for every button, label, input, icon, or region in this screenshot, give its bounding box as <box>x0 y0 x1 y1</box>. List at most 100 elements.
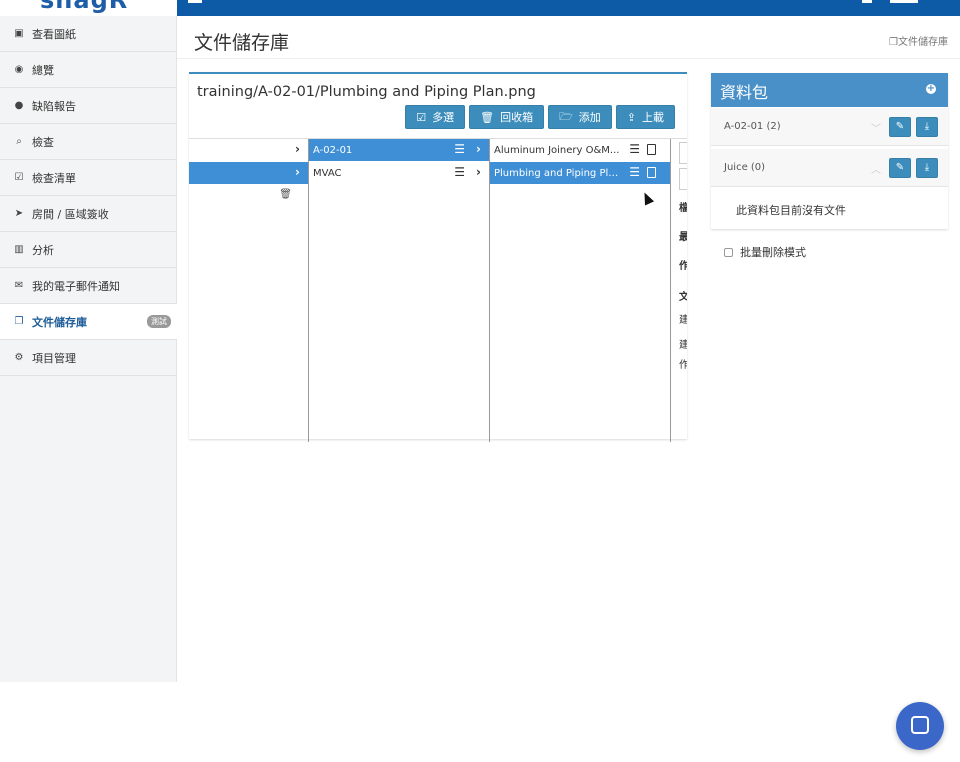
trash-icon[interactable]: 🗑 <box>279 189 292 200</box>
file-label: Plumbing and Piping Pla... <box>494 167 622 179</box>
column-browser: › › 🗑 A-02-01 ☰ › MVAC ☰ › Aluminum Join… <box>189 138 687 442</box>
detail-label: 文 <box>679 292 687 303</box>
list-item[interactable]: Aluminum Joinery O&M... ☰ <box>490 139 670 161</box>
chevron-right-icon[interactable]: › <box>295 165 300 179</box>
package-row[interactable]: Juice (0) ︿ ✎ ⤓ <box>711 149 948 187</box>
edit-package-button[interactable]: ✎ <box>889 158 911 178</box>
envelope-icon: ✉ <box>14 280 24 291</box>
sidebar-item-view-drawings[interactable]: ▣ 查看圖紙 <box>0 16 177 52</box>
column-folders: A-02-01 ☰ › MVAC ☰ › <box>309 139 490 442</box>
sidebar-item-room-signoff[interactable]: ➤ 房間 / 區域簽收 <box>0 196 177 232</box>
location-arrow-icon: ➤ <box>14 208 24 219</box>
map-marker-icon: ● <box>14 100 24 111</box>
sidebar-item-label: 我的電子郵件通知 <box>32 279 120 293</box>
recycle-bin-button[interactable]: 🗑 回收箱 <box>469 105 545 129</box>
file-pdf-icon <box>647 144 656 155</box>
upload-button[interactable]: ⇪ 上載 <box>615 105 675 129</box>
breadcrumb[interactable]: ❐文件儲存庫 <box>889 33 948 48</box>
logo[interactable]: snagR <box>0 0 177 16</box>
header-divider <box>177 58 960 59</box>
package-name: A-02-01 (2) <box>724 121 781 132</box>
sidebar-item-project-management[interactable]: ⚙ 項目管理 <box>0 340 177 376</box>
column-details: 檔 最 作 文 建 建 作 <box>671 139 687 442</box>
folder-label: MVAC <box>313 167 342 179</box>
sidebar: ▣ 查看圖紙 ◉ 總覽 ● 缺陷報告 ⌕ 檢查 ☑ 檢查清單 ➤ 房間 / 區域… <box>0 16 177 682</box>
add-label: 添加 <box>578 111 601 124</box>
sidebar-item-label: 查看圖紙 <box>32 27 76 41</box>
detail-label: 作 <box>679 261 687 272</box>
notifications-icon[interactable] <box>862 0 872 3</box>
menu-icon[interactable]: ☰ <box>454 142 465 156</box>
detail-label: 作 <box>679 360 687 371</box>
check-square-icon: ☑ <box>416 110 427 124</box>
chevron-down-icon[interactable]: ﹀ <box>871 120 881 135</box>
chevron-right-icon[interactable]: › <box>295 142 300 156</box>
list-item[interactable]: › <box>189 139 308 161</box>
sidebar-item-checklist[interactable]: ☑ 檢查清單 <box>0 160 177 196</box>
column-files: Aluminum Joinery O&M... ☰ Plumbing and P… <box>490 139 671 442</box>
menu-icon[interactable]: ☰ <box>629 142 640 156</box>
user-menu-icon[interactable] <box>890 0 918 3</box>
sidebar-item-defect-report[interactable]: ● 缺陷報告 <box>0 88 177 124</box>
sidebar-item-document-repository[interactable]: ❐ 文件儲存庫 測試 <box>0 304 177 340</box>
detail-label: 檔 <box>679 203 687 214</box>
detail-label: 建 <box>679 315 687 326</box>
image-icon: ▣ <box>14 28 24 39</box>
list-item[interactable]: MVAC ☰ › <box>309 162 489 184</box>
multi-select-button[interactable]: ☑ 多選 <box>405 105 466 129</box>
sidebar-item-email-notifications[interactable]: ✉ 我的電子郵件通知 <box>0 268 177 304</box>
sidebar-item-label: 分析 <box>32 243 54 257</box>
navbar <box>177 0 960 16</box>
chevron-up-icon[interactable]: ︿ <box>871 161 881 176</box>
column-root: › › 🗑 <box>189 139 309 442</box>
chevron-right-icon[interactable]: › <box>476 165 481 179</box>
sidebar-item-label: 總覽 <box>32 63 54 77</box>
top-bar: snagR <box>0 0 960 16</box>
sidebar-item-label: 文件儲存庫 <box>32 315 87 329</box>
detail-box <box>679 168 687 190</box>
list-item[interactable]: Plumbing and Piping Pla... ☰ <box>490 162 670 184</box>
sidebar-item-inspection[interactable]: ⌕ 檢查 <box>0 124 177 160</box>
sidebar-item-label: 缺陷報告 <box>32 99 76 113</box>
list-item[interactable]: A-02-01 ☰ › <box>309 139 489 161</box>
menu-icon[interactable]: ☰ <box>454 165 465 179</box>
sidebar-item-overview[interactable]: ◉ 總覽 <box>0 52 177 88</box>
sidebar-item-label: 房間 / 區域簽收 <box>32 207 109 221</box>
packages-title: 資料包 <box>720 83 769 102</box>
beta-badge: 測試 <box>147 315 171 328</box>
chat-launcher-button[interactable] <box>896 702 944 750</box>
chevron-right-icon[interactable]: › <box>476 142 481 156</box>
package-row[interactable]: A-02-01 (2) ﹀ ✎ ⤓ <box>711 108 948 146</box>
list-item[interactable]: › <box>189 162 308 184</box>
hamburger-menu-icon[interactable] <box>188 0 202 3</box>
chat-icon <box>911 716 929 734</box>
search-icon: ⌕ <box>16 136 22 147</box>
packages-header: 資料包 + <box>711 73 948 107</box>
detail-label: 建 <box>679 340 687 351</box>
detail-box <box>679 142 687 164</box>
cogs-icon: ⚙ <box>14 352 24 363</box>
copy-icon: ❐ <box>889 37 898 48</box>
current-path: training/A-02-01/Plumbing and Piping Pla… <box>197 84 536 100</box>
download-package-button[interactable]: ⤓ <box>916 158 938 178</box>
copy-icon: ❐ <box>14 316 24 327</box>
bulk-delete-checkbox[interactable] <box>724 247 733 257</box>
trash-icon: 🗑 <box>480 110 495 124</box>
sidebar-item-label: 檢查 <box>32 135 54 149</box>
sidebar-item-label: 檢查清單 <box>32 171 76 185</box>
add-button[interactable]: 🗁 添加 <box>548 105 612 129</box>
recycle-bin-label: 回收箱 <box>500 111 534 124</box>
detail-label: 最 <box>679 232 687 243</box>
add-package-icon[interactable]: + <box>926 84 936 94</box>
browser-toolbar: ☑ 多選 🗑 回收箱 🗁 添加 ⇪ 上載 <box>405 105 675 129</box>
upload-label: 上載 <box>642 111 664 124</box>
download-package-button[interactable]: ⤓ <box>916 117 938 137</box>
bulk-delete-toggle[interactable]: 批量刪除模式 <box>724 244 806 260</box>
breadcrumb-label: 文件儲存庫 <box>898 37 948 48</box>
page-title: 文件儲存庫 <box>194 32 290 54</box>
bulk-delete-label: 批量刪除模式 <box>740 246 806 259</box>
menu-icon[interactable]: ☰ <box>629 165 640 179</box>
edit-package-button[interactable]: ✎ <box>889 117 911 137</box>
sidebar-item-analysis[interactable]: ▥ 分析 <box>0 232 177 268</box>
folder-label: A-02-01 <box>313 144 353 156</box>
